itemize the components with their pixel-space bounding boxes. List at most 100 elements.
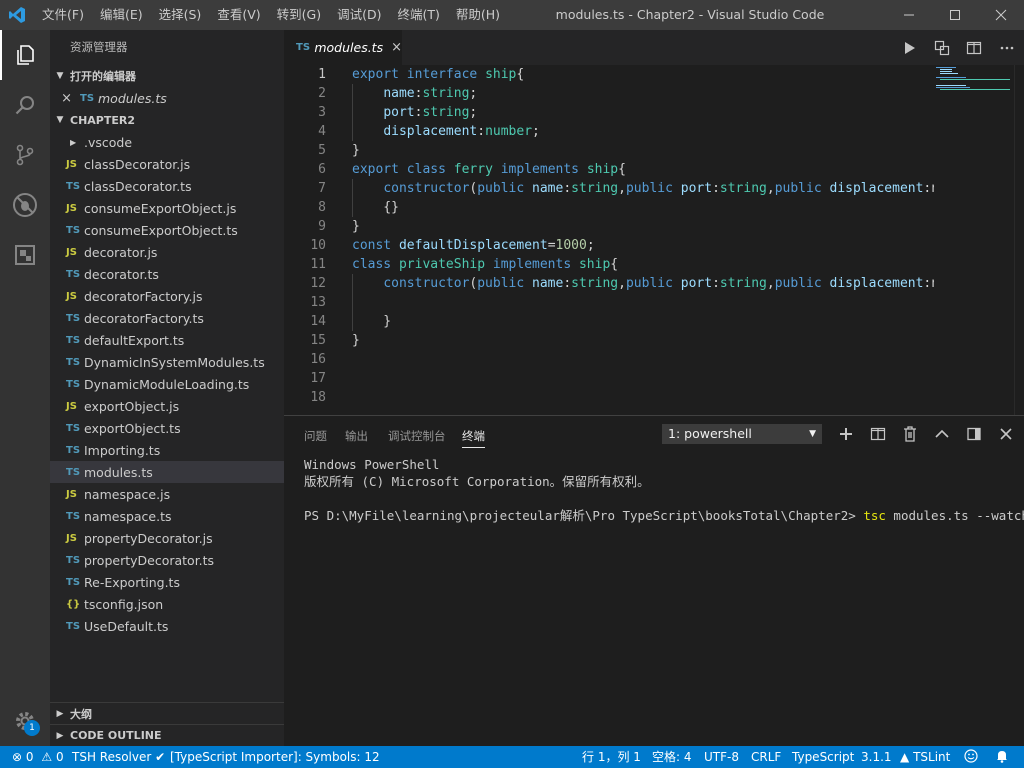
manage-activity[interactable]: [0, 696, 50, 746]
typescript-file-icon: TS: [66, 356, 81, 368]
code-token: ;: [586, 238, 595, 253]
file-item[interactable]: TS namespace.ts: [50, 505, 284, 527]
javascript-file-icon: JS: [66, 158, 77, 170]
terminal-select[interactable]: 1: powershell ▼: [662, 424, 822, 444]
file-item[interactable]: {} tsconfig.json: [50, 593, 284, 615]
code-line: 16: [284, 350, 934, 369]
tab-problems[interactable]: 问题: [304, 428, 327, 444]
typescript-file-icon: TS: [66, 466, 81, 478]
file-item[interactable]: JS decoratorFactory.js: [50, 285, 284, 307]
code-text: const defaultDisplacement=1000;: [352, 236, 595, 255]
kill-terminal-button[interactable]: [900, 424, 920, 444]
run-button[interactable]: [899, 38, 919, 58]
close-editor-icon[interactable]: ×: [50, 91, 80, 106]
tab-modules-ts[interactable]: TS modules.ts ×: [284, 30, 402, 65]
file-item[interactable]: TS decorator.ts: [50, 263, 284, 285]
language-mode-status[interactable]: TypeScript: [792, 746, 854, 768]
cursor-position-status[interactable]: 行 1，列 1: [582, 746, 641, 768]
close-icon: [1000, 428, 1012, 440]
ts-importer-status[interactable]: [TypeScript Importer]: Symbols: 12: [170, 746, 380, 768]
file-name: decorator.js: [84, 244, 158, 260]
tslint-status[interactable]: ▲ TSLint: [900, 746, 950, 768]
ts-version-status[interactable]: 3.1.1: [861, 746, 892, 768]
minimap[interactable]: [934, 65, 1014, 415]
menu-file[interactable]: 文件(F): [34, 0, 92, 30]
file-item[interactable]: TS Re-Exporting.ts: [50, 571, 284, 593]
folder-item[interactable]: ▶ .vscode: [50, 131, 284, 153]
code-token: public: [477, 181, 533, 196]
close-window-button[interactable]: [978, 0, 1024, 30]
code-token: defaultDisplacement: [398, 238, 548, 253]
close-tab-icon[interactable]: ×: [391, 40, 402, 55]
maximize-button[interactable]: [932, 0, 978, 30]
minimize-button[interactable]: [886, 0, 932, 30]
split-editor-button[interactable]: [964, 38, 984, 58]
file-item[interactable]: JS consumeExportObject.js: [50, 197, 284, 219]
open-changes-button[interactable]: [932, 38, 952, 58]
new-terminal-button[interactable]: [836, 424, 856, 444]
tab-debug-console[interactable]: 调试控制台: [388, 428, 446, 444]
code-token: class: [352, 257, 399, 272]
menu-debug[interactable]: 调试(D): [329, 0, 389, 30]
tab-terminal[interactable]: 终端: [462, 428, 485, 448]
file-item[interactable]: TS DynamicInSystemModules.ts: [50, 351, 284, 373]
file-item[interactable]: TS DynamicModuleLoading.ts: [50, 373, 284, 395]
toggle-panel-position-button[interactable]: [964, 424, 984, 444]
menu-selection[interactable]: 选择(S): [151, 0, 210, 30]
file-item[interactable]: JS classDecorator.js: [50, 153, 284, 175]
smiley-icon: [964, 749, 978, 763]
open-editor-item[interactable]: × TS modules.ts: [50, 87, 284, 109]
file-item[interactable]: TS modules.ts: [50, 461, 284, 483]
menu-view[interactable]: 查看(V): [209, 0, 268, 30]
code-token: }: [352, 219, 360, 234]
notifications-button[interactable]: [995, 746, 1009, 768]
line-number: 14: [310, 314, 326, 329]
file-item[interactable]: JS exportObject.js: [50, 395, 284, 417]
menu-terminal[interactable]: 终端(T): [389, 0, 447, 30]
editor-scrollbar[interactable]: [1014, 65, 1024, 415]
indentation-status[interactable]: 空格: 4: [652, 746, 692, 768]
folder-section[interactable]: ▼ CHAPTER2: [50, 109, 284, 131]
source-control-activity[interactable]: [0, 130, 50, 180]
explorer-activity[interactable]: [0, 30, 50, 80]
file-item[interactable]: JS propertyDecorator.js: [50, 527, 284, 549]
debug-activity[interactable]: [0, 180, 50, 230]
close-panel-button[interactable]: [996, 424, 1016, 444]
open-editors-section[interactable]: ▼ 打开的编辑器: [50, 65, 284, 87]
menu-go[interactable]: 转到(G): [269, 0, 329, 30]
eol-status[interactable]: CRLF: [751, 746, 781, 768]
file-item[interactable]: TS consumeExportObject.ts: [50, 219, 284, 241]
tsh-resolver-status[interactable]: TSH Resolver ✔: [72, 746, 165, 768]
split-terminal-button[interactable]: [868, 424, 888, 444]
file-item[interactable]: TS UseDefault.ts: [50, 615, 284, 637]
menu-help[interactable]: 帮助(H): [448, 0, 508, 30]
outline-section[interactable]: ▶ 大纲: [50, 702, 284, 724]
file-item[interactable]: TS Importing.ts: [50, 439, 284, 461]
file-item[interactable]: JS decorator.js: [50, 241, 284, 263]
terminal-line: Windows PowerShell: [304, 457, 440, 472]
warning-icon: ⚠: [41, 750, 53, 764]
search-activity[interactable]: [0, 80, 50, 130]
file-item[interactable]: JS namespace.js: [50, 483, 284, 505]
typescript-file-icon: TS: [66, 334, 81, 346]
problems-status[interactable]: ⊗ 0 ⚠ 0: [12, 746, 64, 768]
encoding-status[interactable]: UTF-8: [704, 746, 739, 768]
maximize-panel-button[interactable]: [932, 424, 952, 444]
file-item[interactable]: TS propertyDecorator.ts: [50, 549, 284, 571]
code-token: interface: [406, 67, 486, 82]
more-actions-button[interactable]: [997, 38, 1017, 58]
code-editor[interactable]: 1 export interface ship{2 name:string; 3 p…: [284, 65, 934, 415]
code-outline-section[interactable]: ▶ CODE OUTLINE: [50, 724, 284, 746]
feedback-button[interactable]: [964, 746, 978, 768]
tab-output[interactable]: 输出: [345, 428, 368, 444]
bottom-panel: 问题 输出 调试控制台 终端 1: powershell ▼ Windows P…: [284, 415, 1024, 746]
extensions-activity[interactable]: [0, 230, 50, 280]
file-item[interactable]: TS classDecorator.ts: [50, 175, 284, 197]
error-icon: ⊗: [12, 750, 23, 764]
file-item[interactable]: TS exportObject.ts: [50, 417, 284, 439]
file-item[interactable]: TS defaultExport.ts: [50, 329, 284, 351]
menu-edit[interactable]: 编辑(E): [92, 0, 151, 30]
typescript-file-icon: TS: [66, 378, 81, 390]
file-item[interactable]: TS decoratorFactory.ts: [50, 307, 284, 329]
